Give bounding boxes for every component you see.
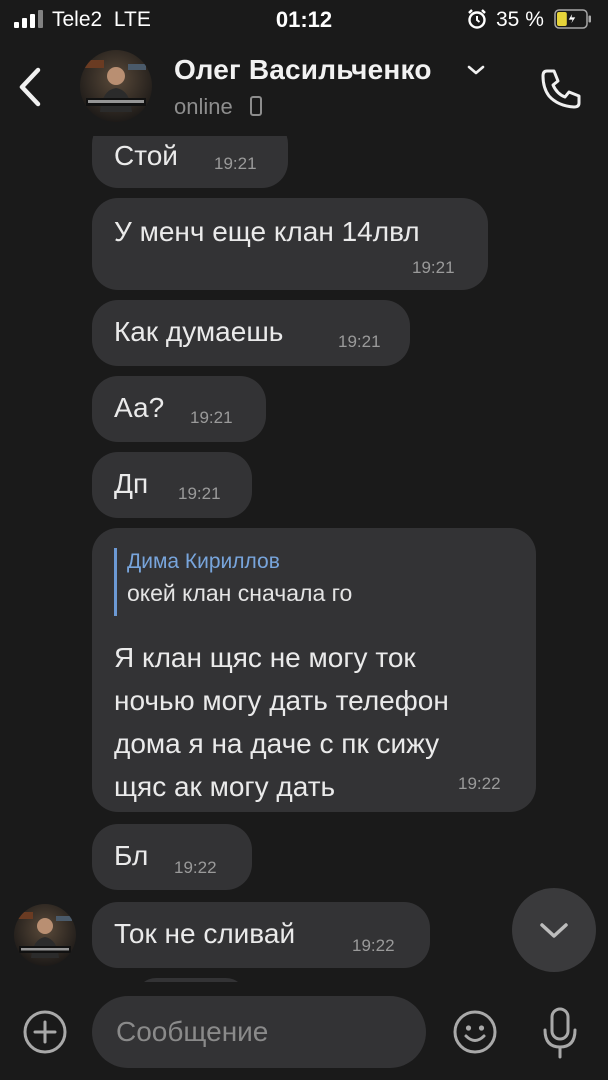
message-time: 19:21 [412,258,455,277]
message-text: У менч еще клан 14лвл [114,216,420,247]
message-input[interactable] [116,996,406,1068]
status-bar: Tele2 LTE 01:12 35 % [0,0,608,40]
message-time: 19:22 [352,936,395,955]
message-text: Аа? [114,392,165,423]
message-time: 19:21 [214,154,257,173]
message-time: 19:21 [338,332,381,351]
mic-icon[interactable] [540,1006,580,1060]
chevron-down-icon[interactable] [466,62,486,78]
message-bubble[interactable]: У менч еще клан 14лвл 19:21 [92,198,488,290]
message-list[interactable]: Стой 19:21 У менч еще клан 14лвл 19:21 К… [0,136,608,982]
message-bubble[interactable]: Стой 19:21 [92,136,288,188]
message-input-container[interactable] [92,996,426,1068]
alarm-icon [468,9,486,29]
message-text: Стой [114,140,178,171]
avatar[interactable] [80,50,152,122]
quoted-reply[interactable]: Дима Кириллов окей клан сначала го [114,548,352,616]
message-time: 19:21 [190,408,233,427]
message-time: 19:22 [458,774,501,793]
message-text: Дп [114,468,149,499]
message-composer [0,982,608,1080]
reply-author: Дима Кириллов [127,550,280,573]
message-time: 19:21 [178,484,221,503]
mobile-device-icon [250,96,262,116]
message-bubble[interactable]: Бл 19:22 [92,824,252,890]
message-bubble[interactable]: Ток не сливай 19:22 [92,902,430,968]
chevron-down-icon [540,923,568,938]
reply-text: окей клан сначала го [127,580,353,606]
phone-icon[interactable] [538,66,584,112]
message-text: Бл [114,840,149,871]
emoji-icon[interactable] [452,1009,498,1055]
scroll-down-button[interactable] [512,888,596,972]
message-bubble[interactable]: Дп 19:21 [92,452,252,518]
message-bubble[interactable]: Как думаешь 19:21 [92,300,410,366]
back-icon[interactable] [12,62,48,112]
contact-status: online [174,94,233,119]
chat-header: Олег Васильченко online [0,40,608,136]
message-bubble[interactable]: Аа? 19:21 [92,376,266,442]
sender-avatar[interactable] [14,904,76,966]
contact-name[interactable]: Олег Васильченко [174,54,432,86]
message-text: Как думаешь [114,316,284,347]
reply-message-bubble[interactable]: Дима Кириллов окей клан сначала го Я кла… [92,528,536,812]
battery-icon [554,9,591,29]
battery-percent: 35 % [496,8,544,31]
plus-icon[interactable] [22,1009,68,1055]
message-text: Ток не сливай [114,918,296,949]
message-time: 19:22 [174,858,217,877]
